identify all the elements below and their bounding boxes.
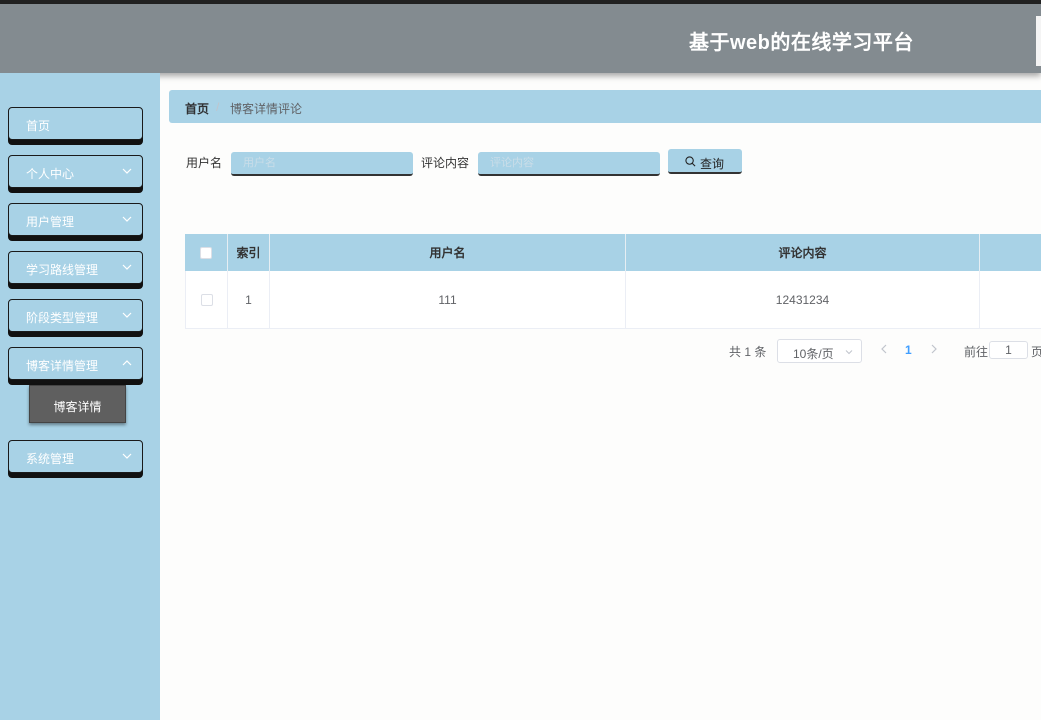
row-index: 1 xyxy=(228,271,270,328)
chevron-down-icon xyxy=(122,216,132,222)
app-header: 基于web的在线学习平台 xyxy=(0,4,1041,73)
app-title: 基于web的在线学习平台 xyxy=(689,32,914,54)
breadcrumb-home[interactable]: 首页 xyxy=(185,100,209,117)
sidebar-item-blog-management[interactable]: 博客详情管理 xyxy=(8,347,143,380)
page-size-value: 10条/页 xyxy=(793,347,834,361)
row-comment: 12431234 xyxy=(626,271,980,328)
chevron-down-icon xyxy=(122,168,132,174)
page-suffix: 页 xyxy=(1031,345,1041,359)
table-header: 索引 用户名 评论内容 xyxy=(185,234,1041,271)
column-header-actions xyxy=(980,234,1041,271)
sidebar-item-label: 用户管理 xyxy=(26,215,75,229)
sidebar-subitem-label: 博客详情 xyxy=(53,400,102,414)
search-icon xyxy=(685,156,696,167)
chevron-down-icon xyxy=(845,350,853,355)
comment-label: 评论内容 xyxy=(421,156,470,170)
query-button[interactable]: 查询 xyxy=(668,149,742,174)
username-search-input[interactable] xyxy=(231,152,413,176)
column-header-index: 索引 xyxy=(228,234,270,271)
sidebar-item-label: 博客详情管理 xyxy=(26,359,99,373)
column-header-comment: 评论内容 xyxy=(626,234,980,271)
next-page-icon[interactable] xyxy=(930,344,938,354)
sidebar-item-label: 学习路线管理 xyxy=(26,263,99,277)
sidebar-item-home[interactable]: 首页 xyxy=(8,107,143,140)
header-user-area[interactable] xyxy=(1036,16,1041,66)
query-button-label: 查询 xyxy=(700,157,725,171)
column-header-username: 用户名 xyxy=(270,234,626,271)
row-select-cell xyxy=(186,271,228,328)
sidebar-item-label: 系统管理 xyxy=(26,452,75,466)
page-size-select[interactable]: 10条/页 xyxy=(777,339,862,363)
chevron-down-icon xyxy=(122,453,132,459)
row-username: 111 xyxy=(270,271,626,328)
breadcrumb: 首页 / 博客详情评论 xyxy=(169,90,1041,123)
sidebar-item-label: 个人中心 xyxy=(26,167,75,181)
pagination-total: 共 1 条 xyxy=(729,345,767,359)
breadcrumb-current: 博客详情评论 xyxy=(230,102,303,116)
table-row: 1 111 12431234 xyxy=(185,271,1041,329)
breadcrumb-separator: / xyxy=(216,100,220,114)
select-all-checkbox[interactable] xyxy=(200,246,212,259)
sidebar-item-label: 阶段类型管理 xyxy=(26,311,99,325)
username-label: 用户名 xyxy=(186,156,223,170)
comments-table: 索引 用户名 评论内容 1 111 12431234 xyxy=(185,234,1041,330)
chevron-down-icon xyxy=(122,312,132,318)
sidebar-item-user-management[interactable]: 用户管理 xyxy=(8,203,143,236)
page-number-current[interactable]: 1 xyxy=(905,343,912,357)
sidebar-item-learning-path[interactable]: 学习路线管理 xyxy=(8,251,143,284)
comment-search-input[interactable] xyxy=(478,152,660,176)
sidebar-item-label: 首页 xyxy=(26,119,51,133)
chevron-up-icon xyxy=(122,360,132,366)
goto-page-input[interactable] xyxy=(989,341,1028,359)
sidebar-subitem-blog-details[interactable]: 博客详情 xyxy=(29,385,126,423)
row-checkbox[interactable] xyxy=(200,293,213,306)
sidebar-item-system-management[interactable]: 系统管理 xyxy=(8,440,143,473)
sidebar-item-stage-type[interactable]: 阶段类型管理 xyxy=(8,299,143,332)
chevron-down-icon xyxy=(122,264,132,270)
goto-label: 前往 xyxy=(964,345,989,359)
sidebar-item-personal-center[interactable]: 个人中心 xyxy=(8,155,143,188)
header-select-cell xyxy=(185,234,228,271)
row-actions xyxy=(980,271,1041,328)
prev-page-icon[interactable] xyxy=(880,344,888,354)
